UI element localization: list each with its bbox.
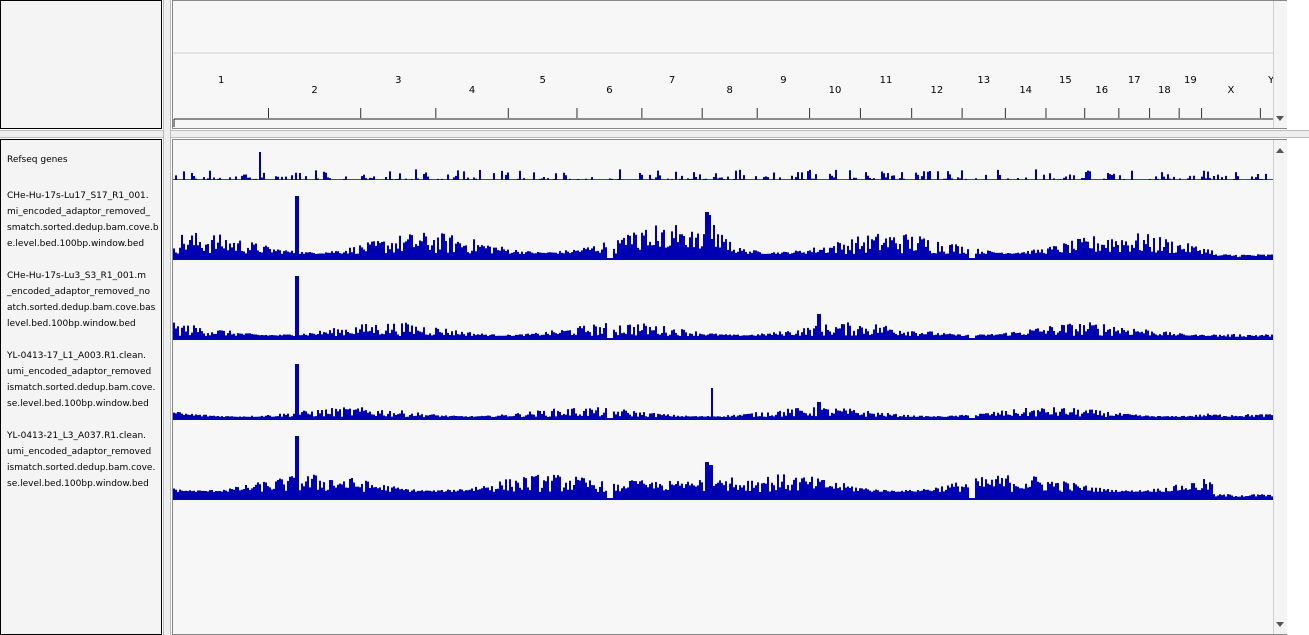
ruler-scrollbar[interactable] bbox=[1273, 1, 1287, 128]
chromosome-label[interactable]: 12 bbox=[931, 85, 944, 96]
track-name-t2[interactable]: level.bed.100bp.window.bed bbox=[7, 319, 162, 330]
scroll-down-icon[interactable] bbox=[1276, 116, 1284, 121]
coverage-histogram bbox=[173, 364, 1283, 420]
coverage-histogram bbox=[173, 196, 1283, 260]
chromosome-label[interactable]: 8 bbox=[727, 85, 733, 96]
chromosome-label[interactable]: 7 bbox=[669, 75, 675, 86]
track-name-t4[interactable]: ismatch.sorted.dedup.bam.cove. bbox=[7, 463, 162, 474]
chromosome-label[interactable]: 4 bbox=[469, 85, 475, 96]
chromosome-label[interactable]: 1 bbox=[218, 75, 224, 86]
coverage-track-t1[interactable] bbox=[173, 196, 1283, 260]
track-name-refseq[interactable]: Refseq genes bbox=[7, 155, 162, 166]
scroll-down-icon[interactable] bbox=[1276, 622, 1284, 627]
scroll-up-icon[interactable] bbox=[1276, 148, 1284, 153]
chromosome-label[interactable]: 16 bbox=[1095, 85, 1108, 96]
track-name-t2[interactable]: _encoded_adaptor_removed_no bbox=[7, 287, 162, 298]
track-name-t4[interactable]: YL-0413-21_L3_A037.R1.clean. bbox=[7, 431, 162, 442]
track-names-panel: Refseq genes CHe-Hu-17s-Lu17_S17_R1_001.m… bbox=[0, 139, 162, 635]
track-name-t3[interactable]: se.level.bed.100bp.window.bed bbox=[7, 399, 162, 410]
track-name-t3[interactable]: umi_encoded_adaptor_removed bbox=[7, 367, 162, 378]
track-name-t3[interactable]: YL-0413-17_L1_A003.R1.clean. bbox=[7, 351, 162, 362]
track-data-panel bbox=[172, 139, 1287, 635]
chromosome-label[interactable]: 18 bbox=[1158, 85, 1171, 96]
coverage-histogram bbox=[173, 152, 1283, 180]
track-name-t1[interactable]: e.level.bed.100bp.window.bed bbox=[7, 239, 162, 250]
chromosome-label[interactable]: 5 bbox=[539, 75, 545, 86]
chromosome-ruler-panel: 1 2 3 4 5 6 7 8 9 10 11 12 13 14 15 16 17 18 19 X Y bbox=[172, 0, 1287, 129]
data-scrollbar[interactable] bbox=[1273, 140, 1287, 634]
track-name-t1[interactable]: CHe-Hu-17s-Lu17_S17_R1_001. bbox=[7, 191, 162, 202]
chromosome-label[interactable]: 15 bbox=[1059, 75, 1072, 86]
chromosome-label[interactable]: 13 bbox=[977, 75, 990, 86]
coverage-histogram bbox=[173, 436, 1283, 500]
track-name-t1[interactable]: smatch.sorted.dedup.bam.cove.b bbox=[7, 223, 162, 234]
coverage-track-t2[interactable] bbox=[173, 276, 1283, 340]
coverage-track-t3[interactable] bbox=[173, 364, 1283, 420]
chromosome-ruler[interactable]: 12345678910111213141516171819XY bbox=[173, 1, 1286, 128]
coverage-track-refseq[interactable] bbox=[173, 152, 1283, 180]
coverage-histogram bbox=[173, 276, 1283, 340]
chromosome-label[interactable]: 2 bbox=[311, 85, 317, 96]
chromosome-label[interactable]: 3 bbox=[395, 75, 401, 86]
chromosome-label[interactable]: 11 bbox=[880, 75, 893, 86]
chromosome-label[interactable]: X bbox=[1228, 85, 1235, 96]
track-name-t2[interactable]: atch.sorted.dedup.bam.cove.bas bbox=[7, 303, 162, 314]
name-panel-divider[interactable] bbox=[163, 0, 171, 635]
track-name-t2[interactable]: CHe-Hu-17s-Lu3_S3_R1_001.m bbox=[7, 271, 162, 282]
name-header-panel bbox=[0, 0, 162, 129]
chromosome-label[interactable]: 19 bbox=[1184, 75, 1197, 86]
chromosome-label[interactable]: 9 bbox=[780, 75, 786, 86]
coverage-track-t4[interactable] bbox=[173, 436, 1283, 500]
header-divider[interactable] bbox=[0, 130, 1309, 138]
chromosome-label[interactable]: 17 bbox=[1128, 75, 1141, 86]
track-data-area[interactable] bbox=[173, 140, 1286, 634]
track-name-t4[interactable]: se.level.bed.100bp.window.bed bbox=[7, 479, 162, 490]
chromosome-label[interactable]: 6 bbox=[606, 85, 612, 96]
track-name-t1[interactable]: mi_encoded_adaptor_removed_ bbox=[7, 207, 162, 218]
chromosome-label[interactable]: 14 bbox=[1019, 85, 1032, 96]
track-name-t3[interactable]: ismatch.sorted.dedup.bam.cove. bbox=[7, 383, 162, 394]
track-name-t4[interactable]: umi_encoded_adaptor_removed bbox=[7, 447, 162, 458]
chromosome-label[interactable]: 10 bbox=[829, 85, 842, 96]
